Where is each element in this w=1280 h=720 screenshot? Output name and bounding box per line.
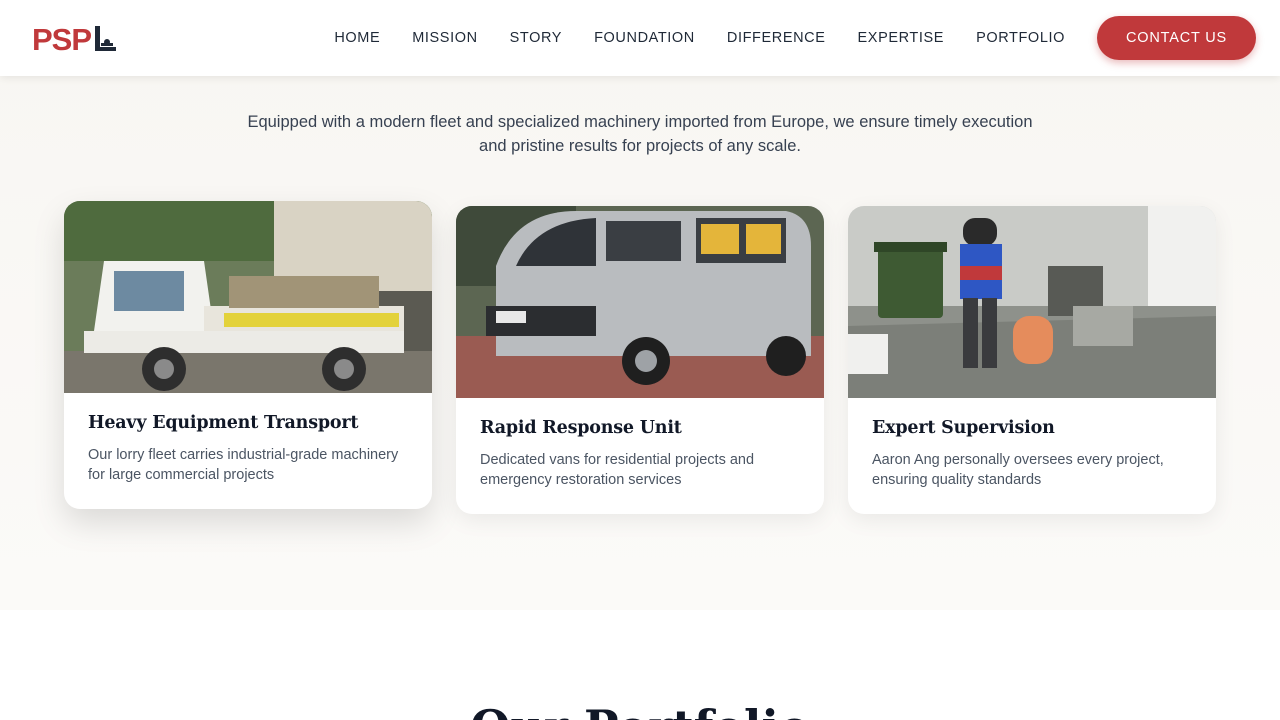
contact-us-button[interactable]: CONTACT US <box>1097 16 1256 60</box>
nav-story[interactable]: STORY <box>510 30 562 46</box>
company-logo[interactable]: PSP <box>32 22 118 54</box>
card-description: Aaron Ang personally oversees every proj… <box>872 452 1164 488</box>
card-title: Heavy Equipment Transport <box>88 413 359 433</box>
fleet-intro-text: Equipped with a modern fleet and special… <box>247 113 1033 155</box>
nav-portfolio[interactable]: PORTFOLIO <box>976 30 1065 46</box>
fleet-card-transport[interactable]: Heavy Equipment Transport Our lorry flee… <box>64 201 432 509</box>
card-description: Our lorry fleet carries industrial-grade… <box>88 447 399 483</box>
fleet-card-supervision[interactable]: Expert Supervision Aaron Ang personally … <box>848 206 1216 514</box>
main-nav: HOME MISSION STORY FOUNDATION DIFFERENCE… <box>334 0 1065 76</box>
nav-difference[interactable]: DIFFERENCE <box>727 30 826 46</box>
card-description: Dedicated vans for residential projects … <box>480 452 755 488</box>
van-photo <box>456 206 824 398</box>
lorry-photo <box>64 201 432 393</box>
svg-text:PSP: PSP <box>32 22 91 54</box>
card-title: Rapid Response Unit <box>480 418 682 438</box>
card-title: Expert Supervision <box>872 418 1055 438</box>
nav-foundation[interactable]: FOUNDATION <box>594 30 695 46</box>
nav-expertise[interactable]: EXPERTISE <box>858 30 945 46</box>
nav-home[interactable]: HOME <box>334 30 380 46</box>
nav-mission[interactable]: MISSION <box>412 30 477 46</box>
portfolio-heading: Our Portfolio <box>0 700 1280 720</box>
site-header: PSP HOME MISSION STORY FOUNDATION DIFFER… <box>0 0 1280 76</box>
supervision-photo <box>848 206 1216 398</box>
fleet-card-rapid-response[interactable]: Rapid Response Unit Dedicated vans for r… <box>456 206 824 514</box>
